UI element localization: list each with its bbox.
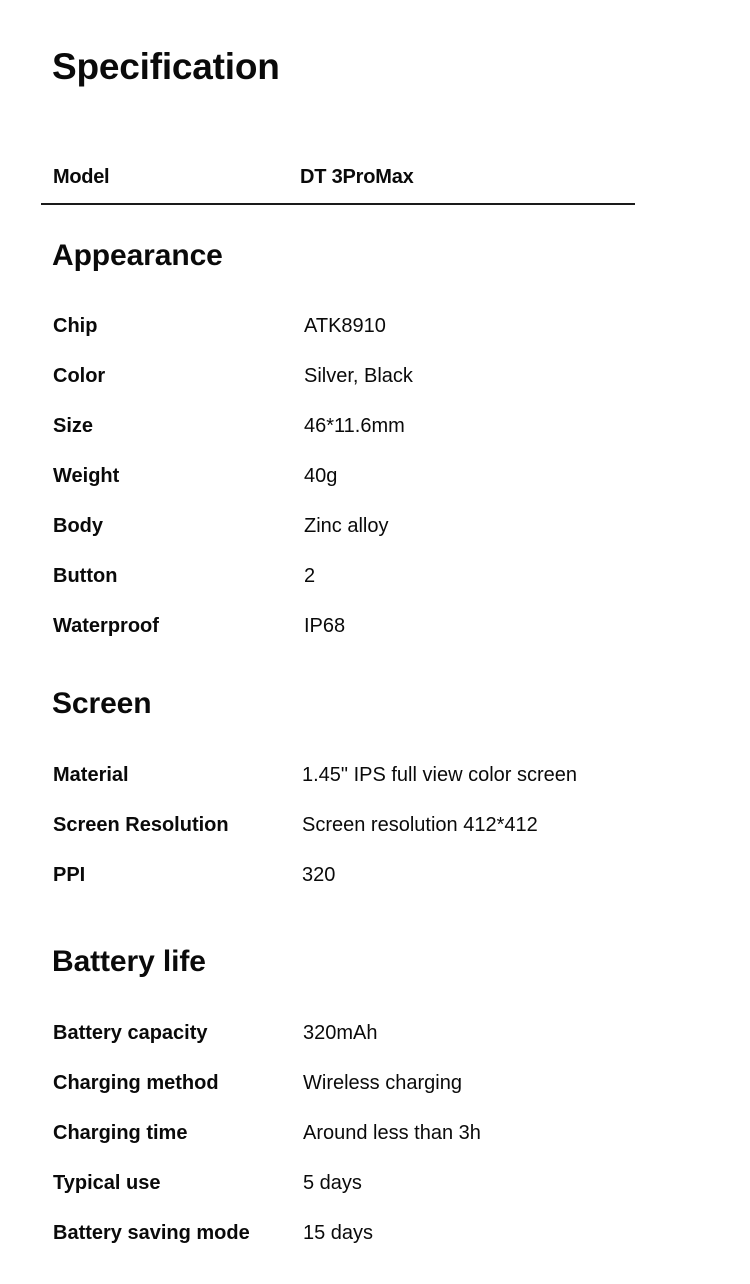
spec-value: 2 <box>304 565 316 587</box>
spec-value: 46*11.6mm <box>304 415 405 437</box>
spec-value: 40g <box>304 465 338 487</box>
divider <box>41 203 635 205</box>
spec-label: Typical use <box>53 1172 161 1194</box>
spec-value: Zinc alloy <box>304 515 389 537</box>
spec-value: IP68 <box>304 615 346 637</box>
spec-label: Battery saving mode <box>53 1222 250 1244</box>
section-title-screen: Screen <box>52 687 152 720</box>
spec-value: 1.45" IPS full view color screen <box>302 764 577 786</box>
spec-label: Size <box>53 415 94 437</box>
page-title: Specification <box>52 46 280 87</box>
spec-label: Button <box>53 565 118 587</box>
spec-value: 15 days <box>303 1222 374 1244</box>
spec-label: Waterproof <box>53 615 159 637</box>
spec-value: ATK8910 <box>304 315 386 337</box>
spec-value: 5 days <box>303 1172 362 1194</box>
model-label: Model <box>53 166 110 188</box>
spec-value: Wireless charging <box>303 1072 462 1094</box>
spec-label: Weight <box>53 465 120 487</box>
spec-value: Screen resolution 412*412 <box>302 814 538 836</box>
spec-value: 320 <box>302 864 336 886</box>
spec-label: PPI <box>53 864 86 886</box>
section-title-appearance: Appearance <box>52 239 223 272</box>
spec-value: Around less than 3h <box>303 1122 481 1144</box>
spec-label: Battery capacity <box>53 1022 208 1044</box>
spec-label: Chip <box>53 315 98 337</box>
section-title-battery: Battery life <box>52 945 206 978</box>
spec-label: Material <box>53 764 129 786</box>
model-value: DT 3ProMax <box>300 166 414 188</box>
spec-value: 320mAh <box>303 1022 378 1044</box>
spec-label: Body <box>53 515 103 537</box>
spec-value: Silver, Black <box>304 365 413 387</box>
spec-label: Screen Resolution <box>53 814 229 836</box>
spec-label: Charging time <box>53 1122 188 1144</box>
spec-label: Color <box>53 365 106 387</box>
spec-label: Charging method <box>53 1072 219 1094</box>
